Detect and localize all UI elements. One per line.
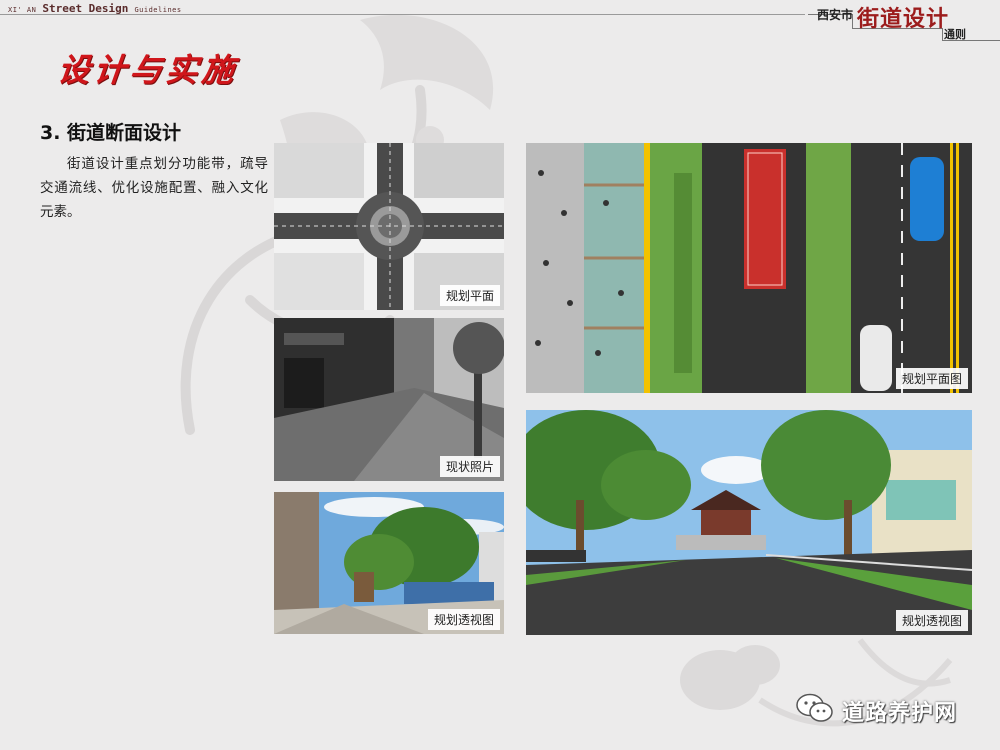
logo-city: 西安市 — [817, 8, 854, 22]
plan-caption: 规划平面 — [439, 285, 500, 306]
wechat-icon — [796, 693, 833, 722]
photo-caption: 现状照片 — [439, 456, 500, 477]
section-heading: 3. 街道断面设计 — [40, 122, 182, 144]
street-plan-caption: 规划平面图 — [895, 368, 968, 389]
perspective-caption-1: 规划透视图 — [427, 609, 500, 630]
header-title: Street Design — [42, 2, 129, 15]
perspective-image-2: 规划透视图 — [526, 410, 972, 635]
page-title: 设计与实施 — [55, 51, 240, 89]
header-prefix: XI' AN — [8, 6, 37, 14]
header-guideline-title: XI' AN Street Design Guidelines — [8, 2, 182, 15]
logo-main-title: 街道设计 — [857, 7, 950, 32]
section-body-text: 街道设计重点划分功能带，疏导交通流线、优化设施配置、融入文化元素。 — [40, 156, 268, 220]
street-plan-image: 规划平面图 — [526, 143, 972, 393]
decorative-flower — [680, 638, 953, 727]
current-photo-image: 现状照片 — [274, 318, 504, 481]
header-suffix: Guidelines — [134, 6, 182, 14]
perspective-caption-2: 规划透视图 — [895, 610, 968, 631]
logo-subtitle: 通则 — [944, 28, 966, 41]
plan-image: 规划平面 — [274, 143, 504, 310]
watermark-text: 道路养护网 — [842, 701, 958, 726]
perspective-image-1: 规划透视图 — [274, 492, 504, 634]
